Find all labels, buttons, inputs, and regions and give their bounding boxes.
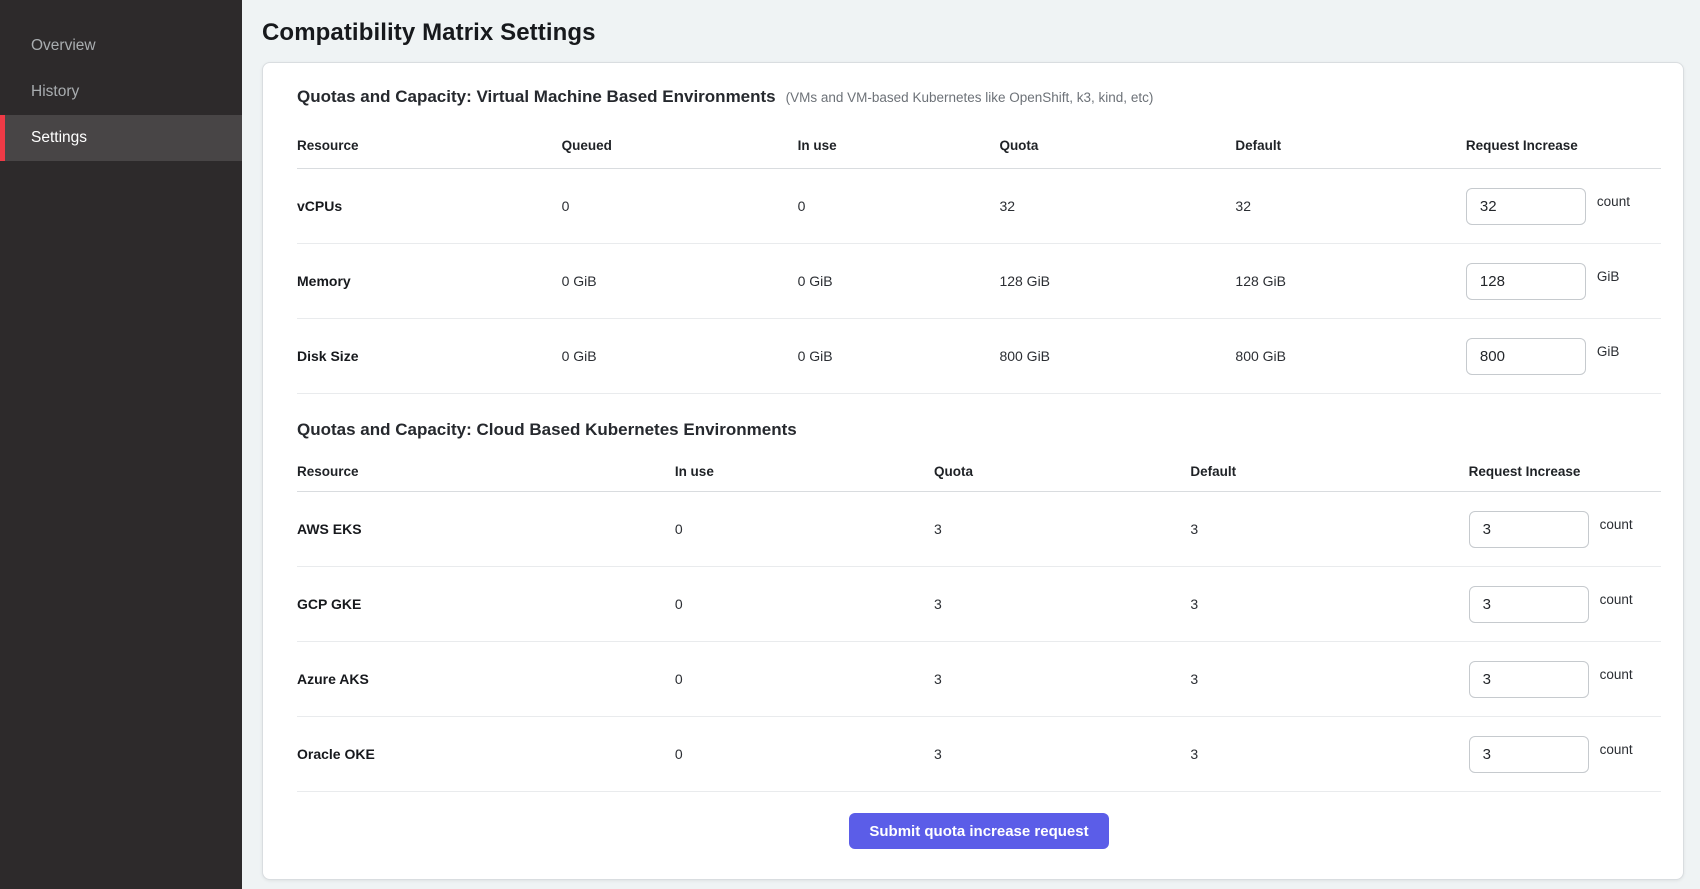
table-row-memory: Memory 0 GiB 0 GiB 128 GiB 128 GiB GiB [297,244,1661,319]
section-title-vm: Quotas and Capacity: Virtual Machine Bas… [297,87,776,107]
default-value: 32 [1235,198,1466,214]
queued-value: 0 [562,198,798,214]
sidebar-item-overview[interactable]: Overview [0,23,242,69]
col-header-in-use: In use [675,464,934,479]
in-use-value: 0 GiB [798,273,1000,289]
unit-label: count [1600,742,1633,757]
unit-label: count [1600,517,1633,532]
col-header-request-increase: Request Increase [1469,464,1661,479]
in-use-value: 0 [798,198,1000,214]
vm-table-header: Resource Queued In use Quota Default Req… [297,123,1661,169]
default-value: 3 [1190,521,1468,537]
cloud-table-header: Resource In use Quota Default Request In… [297,452,1661,492]
col-header-default: Default [1190,464,1468,479]
resource-label: AWS EKS [297,521,675,537]
default-value: 128 GiB [1235,273,1466,289]
col-header-resource: Resource [297,464,675,479]
resource-label: Oracle OKE [297,746,675,762]
unit-label: GiB [1597,344,1620,359]
resource-label: vCPUs [297,198,562,214]
in-use-value: 0 [675,746,934,762]
sidebar-item-history[interactable]: History [0,69,242,115]
col-header-resource: Resource [297,138,562,153]
in-use-value: 0 GiB [798,348,1000,364]
request-increase-input-gcp-gke[interactable] [1469,586,1589,623]
section-subtitle-vm: (VMs and VM-based Kubernetes like OpenSh… [786,90,1154,105]
table-row-azure-aks: Azure AKS 0 3 3 count [297,642,1661,717]
quota-value: 32 [999,198,1235,214]
request-increase-input-vcpus[interactable] [1466,188,1586,225]
request-increase-input-memory[interactable] [1466,263,1586,300]
resource-label: Memory [297,273,562,289]
unit-label: count [1600,667,1633,682]
col-header-request-increase: Request Increase [1466,138,1661,153]
section-vm-environments: Quotas and Capacity: Virtual Machine Bas… [297,87,1661,394]
quota-value: 128 GiB [999,273,1235,289]
request-increase-input-oracle-oke[interactable] [1469,736,1589,773]
quota-value: 3 [934,671,1190,687]
resource-label: Azure AKS [297,671,675,687]
col-header-queued: Queued [562,138,798,153]
sidebar: Overview History Settings [0,0,242,889]
in-use-value: 0 [675,596,934,612]
section-cloud-kubernetes: Quotas and Capacity: Cloud Based Kuberne… [297,420,1661,792]
table-row-aws-eks: AWS EKS 0 3 3 count [297,492,1661,567]
default-value: 3 [1190,596,1468,612]
default-value: 800 GiB [1235,348,1466,364]
in-use-value: 0 [675,671,934,687]
table-row-oracle-oke: Oracle OKE 0 3 3 count [297,717,1661,792]
default-value: 3 [1190,671,1468,687]
main-content: Compatibility Matrix Settings Quotas and… [242,0,1700,889]
unit-label: count [1597,194,1630,209]
default-value: 3 [1190,746,1468,762]
request-increase-input-aws-eks[interactable] [1469,511,1589,548]
col-header-default: Default [1235,138,1466,153]
quota-value: 3 [934,746,1190,762]
queued-value: 0 GiB [562,273,798,289]
request-increase-input-azure-aks[interactable] [1469,661,1589,698]
quota-settings-card: Quotas and Capacity: Virtual Machine Bas… [262,62,1684,880]
table-row-disk-size: Disk Size 0 GiB 0 GiB 800 GiB 800 GiB Gi… [297,319,1661,394]
request-increase-input-disk-size[interactable] [1466,338,1586,375]
sidebar-item-settings[interactable]: Settings [0,115,242,161]
in-use-value: 0 [675,521,934,537]
col-header-quota: Quota [999,138,1235,153]
col-header-in-use: In use [798,138,1000,153]
unit-label: GiB [1597,269,1620,284]
quota-value: 3 [934,521,1190,537]
unit-label: count [1600,592,1633,607]
quota-value: 800 GiB [999,348,1235,364]
resource-label: GCP GKE [297,596,675,612]
table-row-gcp-gke: GCP GKE 0 3 3 count [297,567,1661,642]
table-row-vcpus: vCPUs 0 0 32 32 count [297,169,1661,244]
col-header-quota: Quota [934,464,1190,479]
quota-value: 3 [934,596,1190,612]
section-title-cloud-k8s: Quotas and Capacity: Cloud Based Kuberne… [297,420,797,440]
queued-value: 0 GiB [562,348,798,364]
submit-quota-increase-button[interactable]: Submit quota increase request [849,813,1108,849]
page-title: Compatibility Matrix Settings [262,19,1684,47]
resource-label: Disk Size [297,348,562,364]
